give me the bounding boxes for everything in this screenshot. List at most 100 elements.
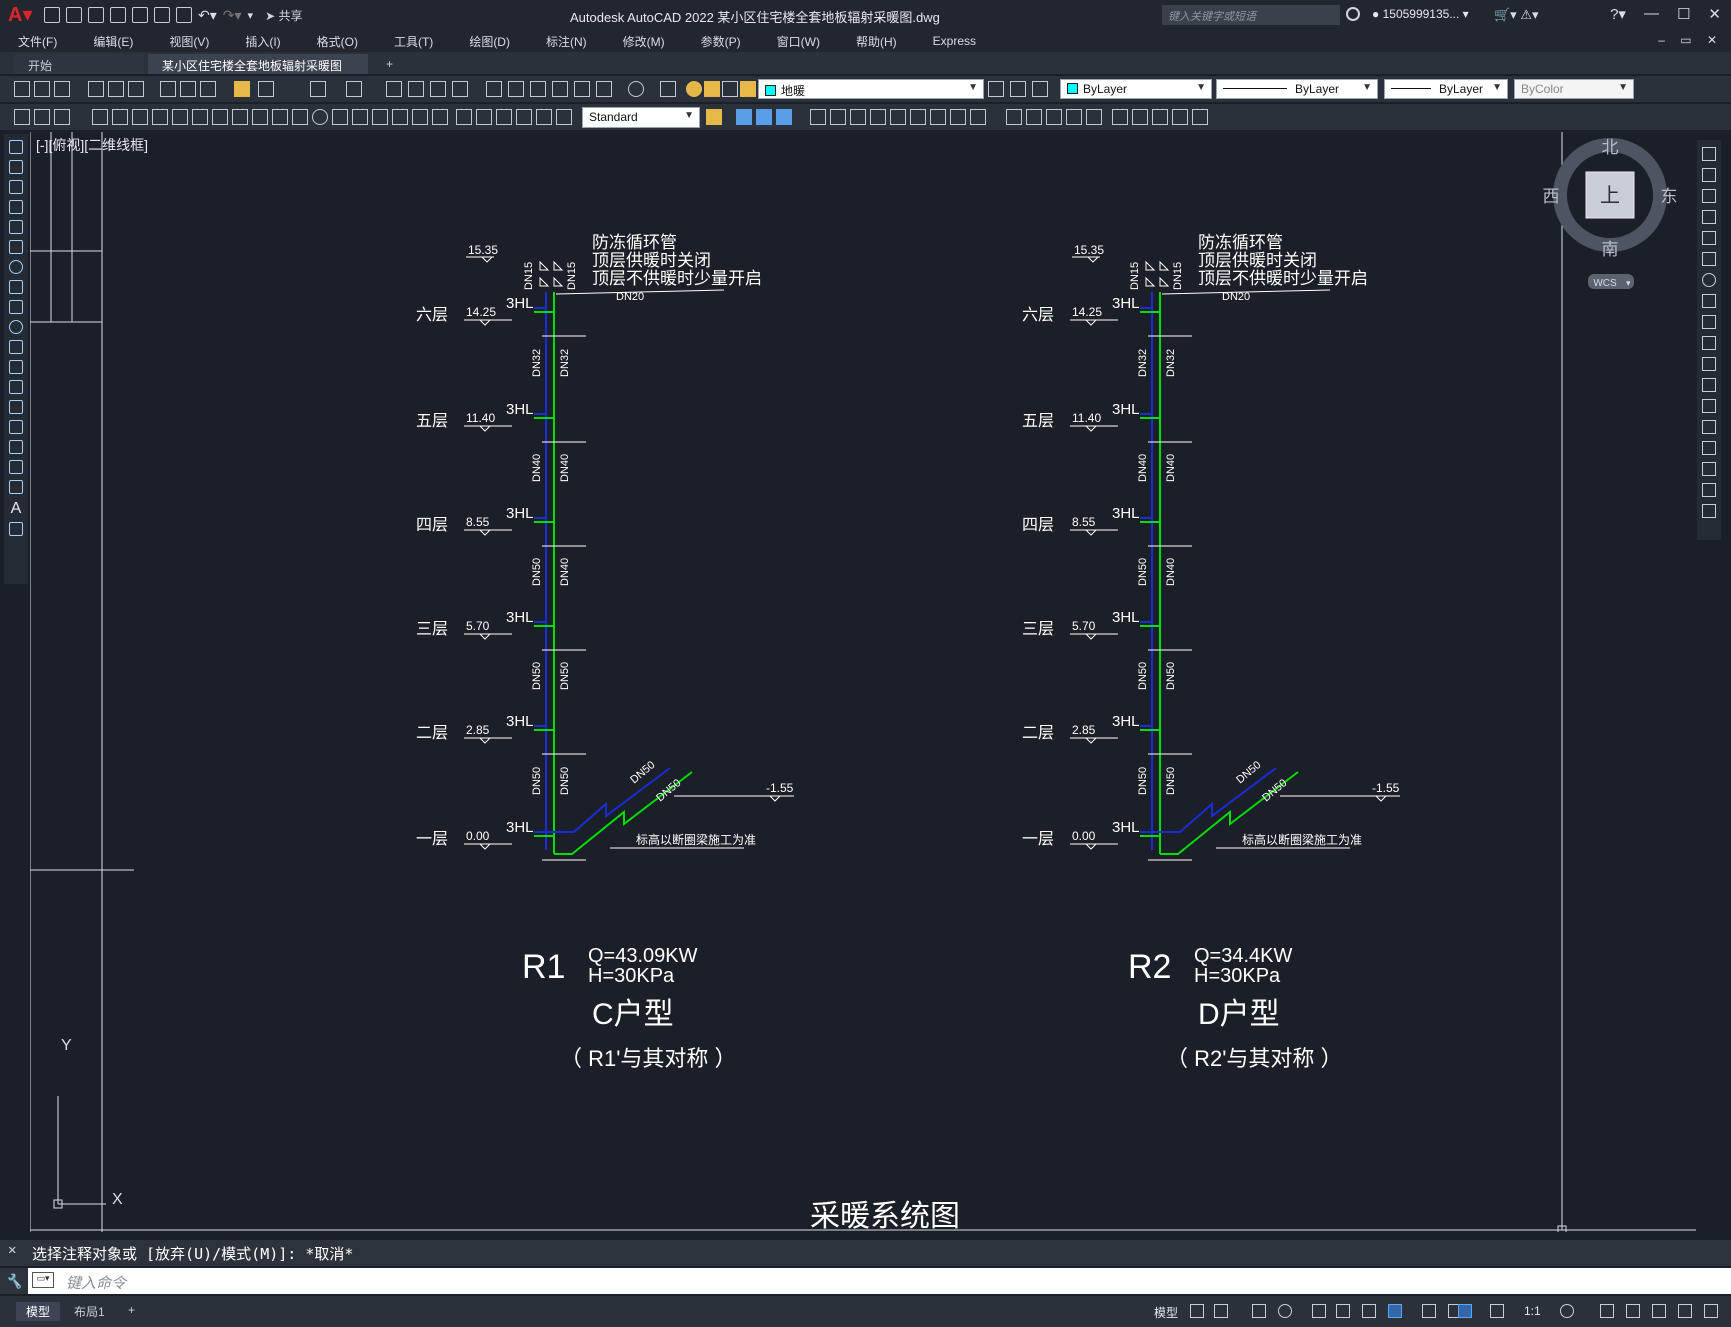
open-icon[interactable] [66, 7, 82, 23]
viewcube-west[interactable]: 西 [1543, 187, 1560, 206]
menu-help[interactable]: 帮助(H) [838, 33, 915, 50]
layer-freeze-icon[interactable] [704, 81, 720, 97]
search-input[interactable]: 键入关键字或短语 [1162, 5, 1340, 25]
tool-palettes-icon[interactable] [530, 81, 546, 97]
named-ucs-icon[interactable] [1086, 109, 1102, 125]
stretch-icon[interactable] [1702, 315, 1716, 329]
table-icon[interactable] [9, 480, 23, 494]
zoom-window-icon[interactable] [430, 81, 446, 97]
tab-drawing[interactable]: 某小区住宅楼全套地板辐射采暖图*✕ [148, 54, 368, 88]
dim-continue-icon[interactable] [232, 109, 248, 125]
ucs-3point-icon[interactable] [970, 109, 986, 125]
view-left-icon[interactable] [776, 109, 792, 125]
walk-icon[interactable] [1152, 109, 1168, 125]
tab-start[interactable]: 开始 [14, 54, 144, 74]
circle-icon[interactable] [9, 260, 23, 274]
dim-jogged-icon[interactable] [132, 109, 148, 125]
add-layout-button[interactable]: + [118, 1302, 145, 1318]
web-open-icon[interactable] [132, 7, 148, 23]
3d-orbit-icon[interactable] [1132, 109, 1148, 125]
insert-block-icon[interactable] [9, 360, 23, 374]
new-tab-button[interactable]: + [380, 54, 399, 74]
scale-icon[interactable] [1702, 294, 1716, 308]
annotation-visibility-icon[interactable] [1458, 1304, 1472, 1318]
selection-cycling-icon[interactable] [1388, 1304, 1402, 1318]
layer-on-icon[interactable] [686, 81, 702, 97]
annotation-scale[interactable]: 1:1 [1524, 1304, 1541, 1318]
leader-align-icon[interactable] [536, 109, 552, 125]
region-icon[interactable] [9, 460, 23, 474]
leader-icon[interactable] [516, 109, 532, 125]
paste-icon[interactable] [200, 81, 216, 97]
dim-arc-icon[interactable] [54, 109, 70, 125]
dim-baseline-icon[interactable] [212, 109, 228, 125]
viewcube-east[interactable]: 东 [1661, 187, 1678, 206]
units-icon[interactable] [1626, 1304, 1640, 1318]
text-icon[interactable] [476, 109, 492, 125]
copy-icon[interactable] [180, 81, 196, 97]
web-save-icon[interactable] [154, 7, 170, 23]
dim-radius-icon[interactable] [112, 109, 128, 125]
add-selected-icon[interactable] [9, 522, 23, 536]
polygon-icon[interactable] [9, 200, 23, 214]
tolerance-icon[interactable] [292, 109, 308, 125]
polar-icon[interactable] [1278, 1304, 1292, 1318]
osnap-track-icon[interactable] [1336, 1304, 1350, 1318]
dim-text-edit-icon[interactable] [392, 109, 408, 125]
search-icon[interactable] [1346, 7, 1360, 21]
view-front-icon[interactable] [736, 109, 752, 125]
menu-parametric[interactable]: 参数(P) [683, 33, 759, 50]
dim-style-icon[interactable] [432, 109, 448, 125]
sheet-set-icon[interactable] [552, 81, 568, 97]
make-block-icon[interactable] [9, 380, 23, 394]
publish-icon[interactable] [128, 81, 144, 97]
calculator-icon[interactable] [596, 81, 612, 97]
ucs-zaxis-icon[interactable] [950, 109, 966, 125]
isodraft-icon[interactable] [1312, 1304, 1326, 1318]
dim-space-icon[interactable] [252, 109, 268, 125]
ucs-world-icon[interactable] [830, 109, 846, 125]
menu-draw[interactable]: 绘图(D) [451, 33, 528, 50]
table-icon[interactable] [496, 109, 512, 125]
save-icon[interactable] [88, 7, 104, 23]
menu-tools[interactable]: 工具(T) [376, 33, 451, 50]
make-current-icon[interactable] [988, 81, 1004, 97]
save-as-icon[interactable] [110, 7, 126, 23]
chamfer-icon[interactable] [1702, 441, 1716, 455]
array-icon[interactable] [1702, 231, 1716, 245]
ucs-origin-icon[interactable] [930, 109, 946, 125]
autocad-logo-icon[interactable]: A▾ [8, 4, 32, 26]
zoom-realtime-icon[interactable] [408, 81, 424, 97]
dim-break-icon[interactable] [272, 109, 288, 125]
matchprop-icon[interactable] [234, 81, 250, 97]
dim-update-icon[interactable] [412, 109, 428, 125]
wcs-menu[interactable]: WCS [1593, 278, 1617, 289]
layer-manager-icon[interactable] [660, 81, 676, 97]
construction-line-icon[interactable] [9, 160, 23, 174]
break-at-point-icon[interactable] [1702, 378, 1716, 392]
ucs-z-icon[interactable] [1046, 109, 1062, 125]
arc-icon[interactable] [9, 240, 23, 254]
text-style-icon[interactable] [706, 109, 722, 125]
model-space-toggle[interactable]: 模型 [1154, 1304, 1178, 1321]
preview-icon[interactable] [108, 81, 124, 97]
point-icon[interactable] [9, 400, 23, 414]
inspect-icon[interactable] [332, 109, 348, 125]
camera-icon[interactable] [1192, 109, 1208, 125]
blend-icon[interactable] [1702, 483, 1716, 497]
jogged-linear-icon[interactable] [352, 109, 368, 125]
linetype-select[interactable]: ByLayer ▼ [1216, 79, 1378, 99]
ucs-view-icon[interactable] [910, 109, 926, 125]
share-button[interactable]: ➤ 共享 [265, 7, 302, 24]
menu-insert[interactable]: 插入(I) [227, 33, 298, 50]
trim-icon[interactable] [1702, 336, 1716, 350]
viewcube[interactable]: 上 北 南 东 西 WCS ▾ [1543, 138, 1678, 289]
fly-icon[interactable] [1172, 109, 1188, 125]
dim-ordinate-icon[interactable] [92, 109, 108, 125]
mirror-icon[interactable] [1702, 189, 1716, 203]
help-icon[interactable]: ?▾ [1610, 5, 1626, 23]
close-command-icon[interactable]: ✕ [8, 1242, 16, 1258]
redo-icon[interactable] [346, 81, 362, 97]
mtext-icon[interactable]: A [9, 501, 23, 517]
fillet-icon[interactable] [1702, 462, 1716, 476]
